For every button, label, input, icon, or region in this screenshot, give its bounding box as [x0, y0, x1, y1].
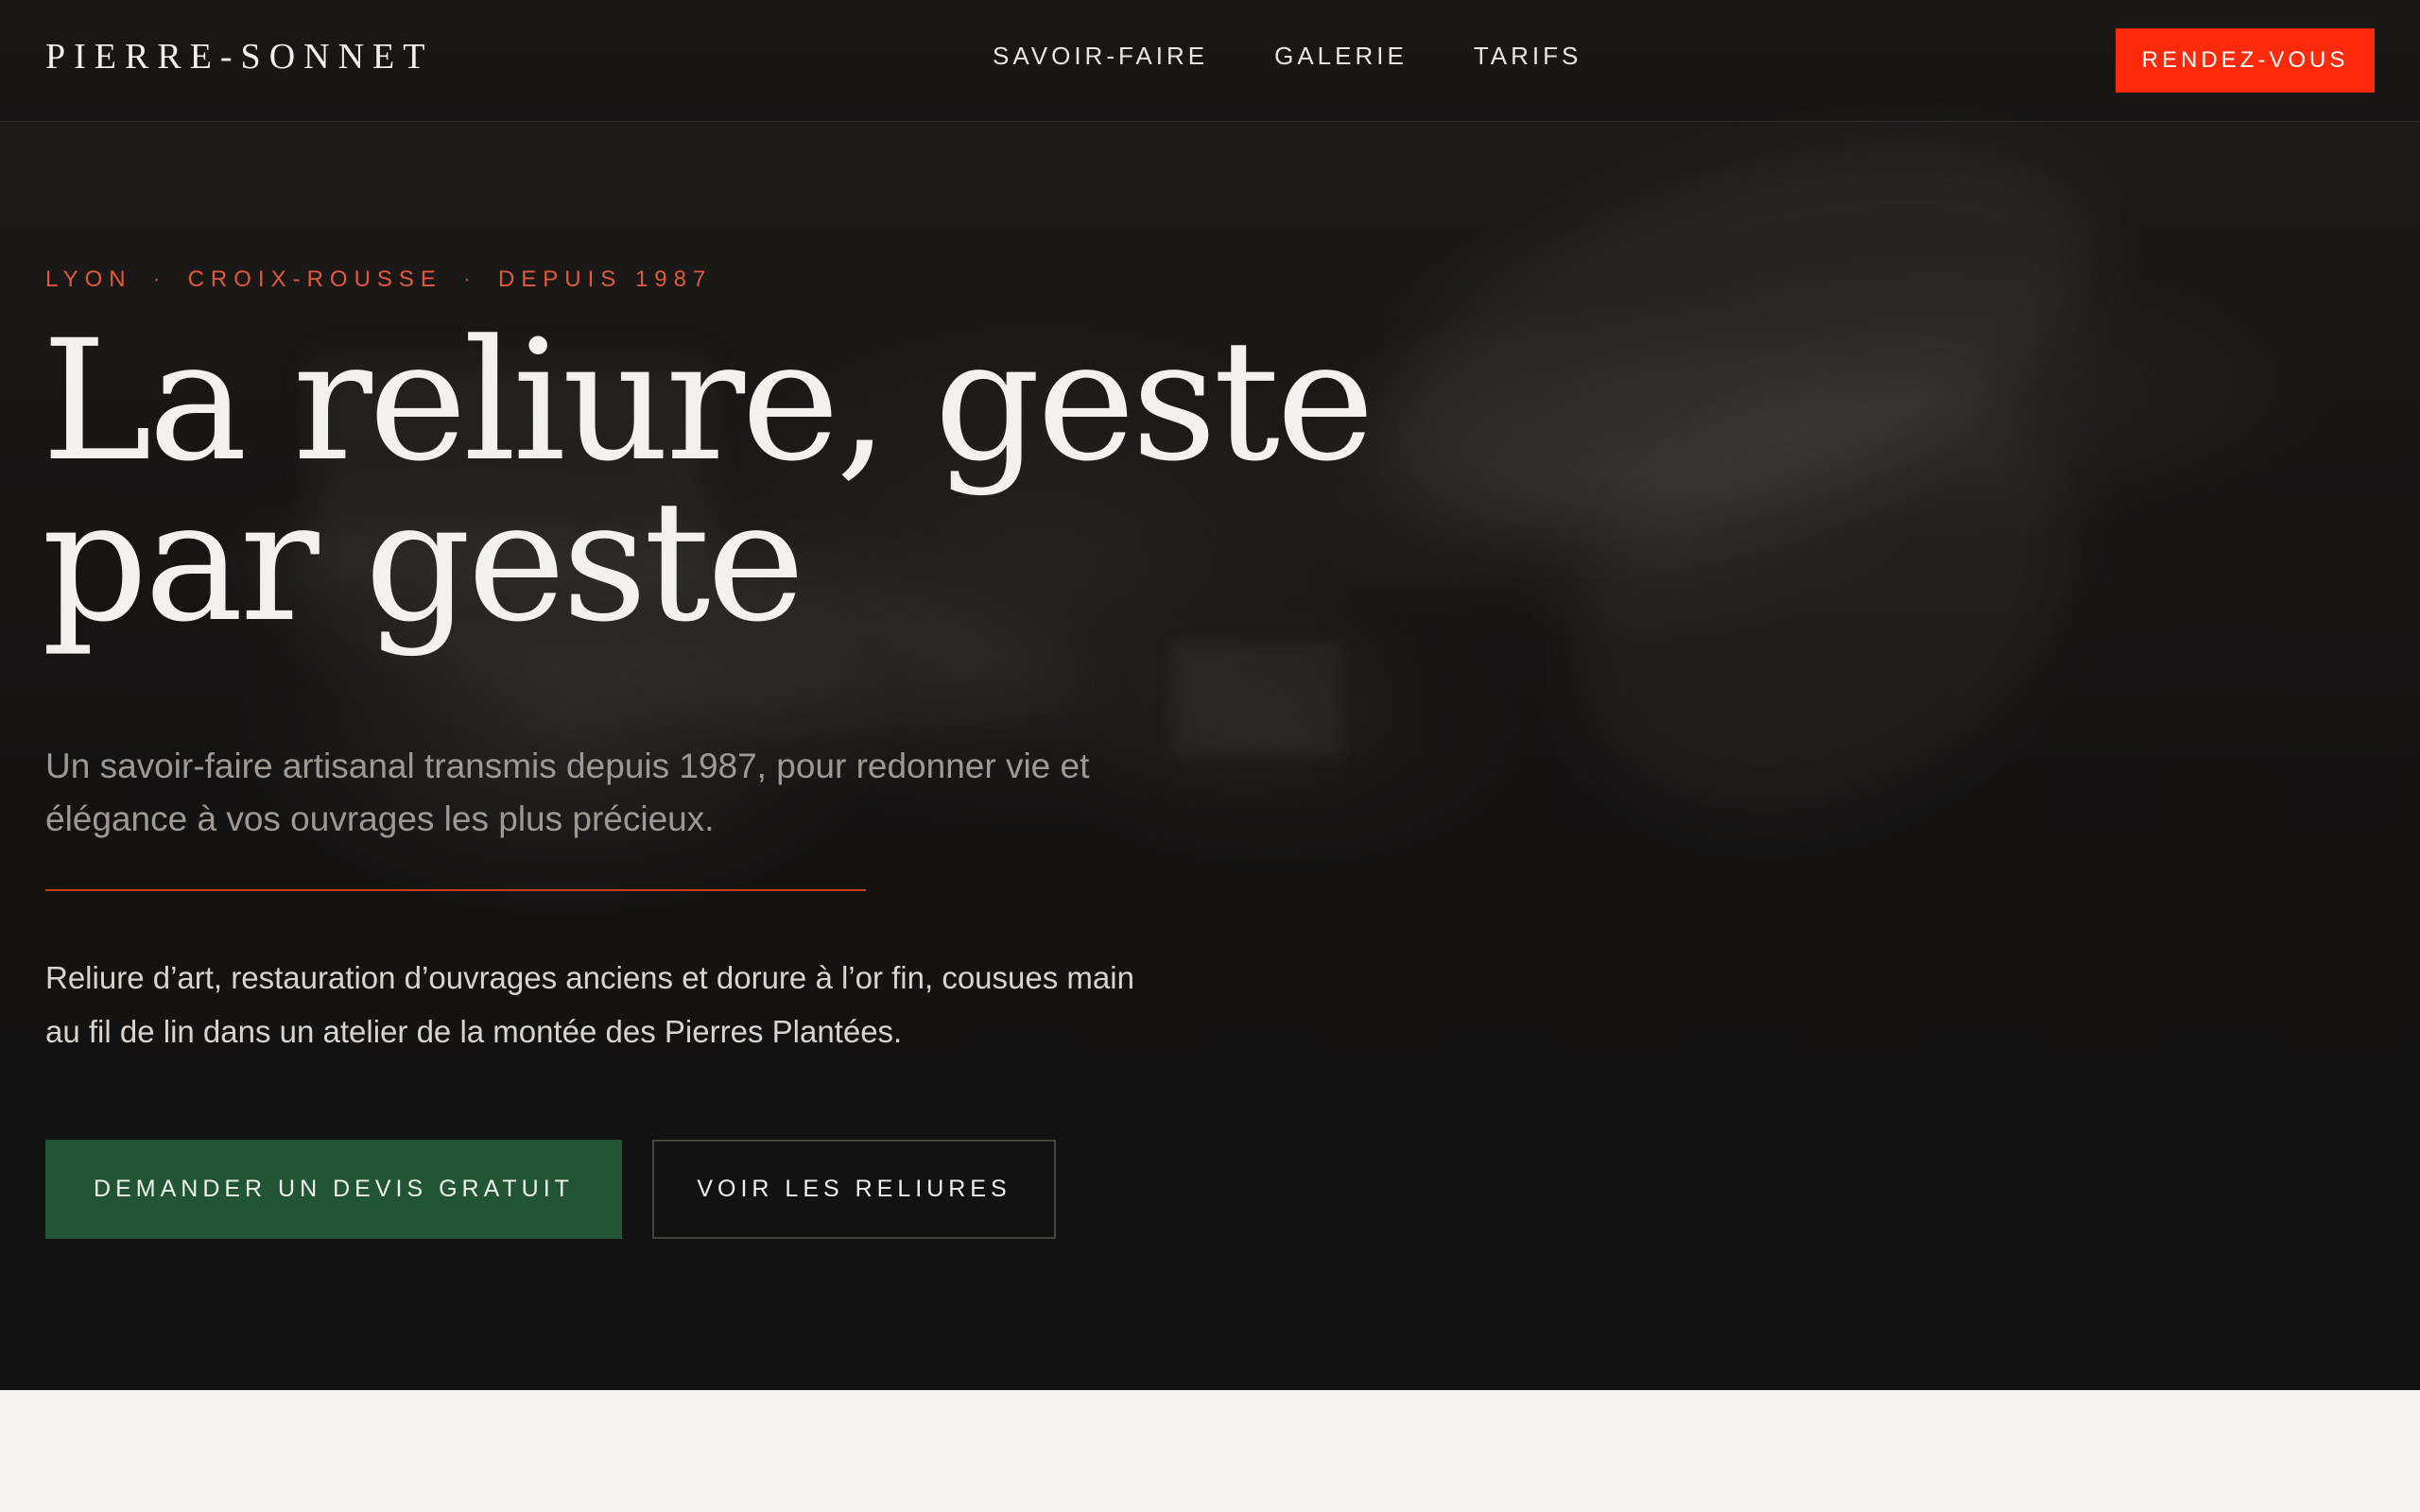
hero-section: PIERRE-SONNET SAVOIR-FAIRE GALERIE TARIF…	[0, 0, 2420, 1390]
eyebrow-separator: ·	[152, 266, 167, 292]
hero-description: Reliure d’art, restauration d’ouvrages a…	[45, 960, 1134, 1049]
location-eyebrow: LYON · CROIX-ROUSSE · DEPUIS 1987	[45, 266, 712, 293]
hero-lede: Un savoir-faire artisanal transmis depui…	[45, 747, 1090, 838]
request-quote-button[interactable]: DEMANDER UN DEVIS GRATUIT	[45, 1140, 622, 1239]
nav-item-savoir-faire[interactable]: SAVOIR-FAIRE	[993, 42, 1208, 71]
eyebrow-district: CROIX-ROUSSE	[187, 266, 442, 292]
eyebrow-separator: ·	[462, 266, 477, 292]
nav-item-tarifs[interactable]: TARIFS	[1474, 42, 1582, 71]
rendez-vous-button[interactable]: RENDEZ-VOUS	[2116, 28, 2375, 93]
brand-logo[interactable]: PIERRE-SONNET	[45, 36, 433, 77]
main-nav: SAVOIR-FAIRE GALERIE TARIFS	[993, 42, 1648, 71]
view-bindings-button[interactable]: VOIR LES RELIURES	[652, 1140, 1056, 1239]
eyebrow-since: DEPUIS 1987	[497, 266, 713, 292]
hero-title: La reliure, geste par geste	[42, 304, 1374, 659]
top-navigation-bar: PIERRE-SONNET SAVOIR-FAIRE GALERIE TARIF…	[0, 0, 2420, 122]
eyebrow-city: LYON	[45, 266, 132, 292]
nav-item-galerie[interactable]: GALERIE	[1274, 42, 1408, 71]
next-section	[0, 1390, 2420, 1512]
accent-divider	[45, 889, 866, 891]
